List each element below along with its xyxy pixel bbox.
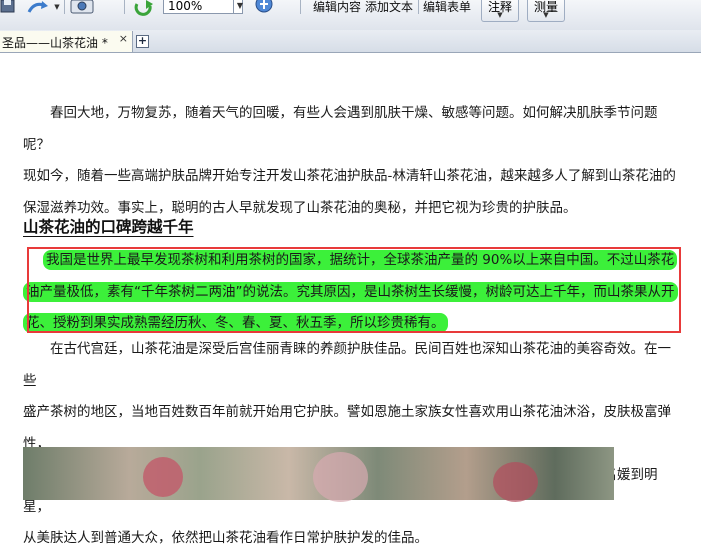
paragraph-history: 在古代宫廷，山茶花油是深受后宫佳丽青睐的养颜护肤佳品。民间百姓也深知山茶花油的美…: [23, 334, 683, 555]
zoom-in-icon[interactable]: [254, 0, 274, 14]
annotate-button[interactable]: 注释 ▼: [481, 0, 519, 22]
edit-form-button[interactable]: 编辑表单: [423, 0, 471, 15]
document-page: 春回大地，万物复苏，随着天气的回暖，有些人会遇到肌肤干燥、敏感等问题。如何解决肌…: [0, 53, 701, 546]
zoom-input[interactable]: 100%: [163, 0, 243, 14]
zoom-dropdown-icon[interactable]: ▼: [233, 0, 246, 14]
dropdown-arrow-icon[interactable]: ▼: [53, 2, 61, 12]
camera-icon[interactable]: [70, 0, 94, 14]
camellia-photo: [23, 447, 614, 502]
edit-content-button[interactable]: 编辑内容: [313, 0, 361, 15]
redo-icon[interactable]: [26, 0, 52, 14]
tab-bar: 圣品——山茶花油 * × +: [0, 30, 701, 53]
flower-shape: [313, 452, 368, 502]
text-line: 现如今，随着一些高端护肤品牌开始专注开发山茶花油护肤品-林清轩山茶花油，越来越多…: [23, 168, 676, 184]
separator: [418, 0, 419, 14]
measure-button[interactable]: 测量 ▼: [527, 0, 565, 22]
separator: [300, 0, 301, 14]
tab-title: 圣品——山茶花油 *: [2, 36, 108, 50]
annotate-dropdown-icon: ▼: [497, 11, 503, 19]
paragraph-intro: 春回大地，万物复苏，随着天气的回暖，有些人会遇到肌肤干燥、敏感等问题。如何解决肌…: [23, 98, 683, 224]
section-heading: 山茶花油的口碑跨越千年: [23, 218, 194, 236]
measure-dropdown-icon: ▼: [543, 11, 549, 19]
new-tab-icon[interactable]: +: [136, 35, 149, 48]
flower-shape: [493, 462, 538, 502]
refresh-icon[interactable]: [133, 0, 155, 16]
toolbar: ▼ 100% ▼ 编辑内容 添加文本 编辑表单 注释 ▼ 测量 ▼: [0, 0, 701, 31]
document-tab[interactable]: 圣品——山茶花油 * ×: [0, 31, 133, 52]
close-tab-icon[interactable]: ×: [119, 32, 128, 45]
flower-shape: [143, 457, 183, 497]
text-line: 从美肤达人到普通大众，依然把山茶花油看作日常护肤护发的佳品。: [23, 530, 428, 546]
selection-box: [27, 247, 681, 333]
text-line: 在古代宫廷，山茶花油是深受后宫佳丽青睐的养颜护肤佳品。民间百姓也深知山茶花油的美…: [23, 341, 671, 389]
text-line: 春回大地，万物复苏，随着天气的回暖，有些人会遇到肌肤干燥、敏感等问题。如何解决肌…: [23, 105, 658, 153]
separator: [124, 0, 125, 14]
save-icon[interactable]: [0, 0, 16, 14]
separator: [64, 0, 65, 14]
add-text-button[interactable]: 添加文本: [365, 0, 413, 15]
